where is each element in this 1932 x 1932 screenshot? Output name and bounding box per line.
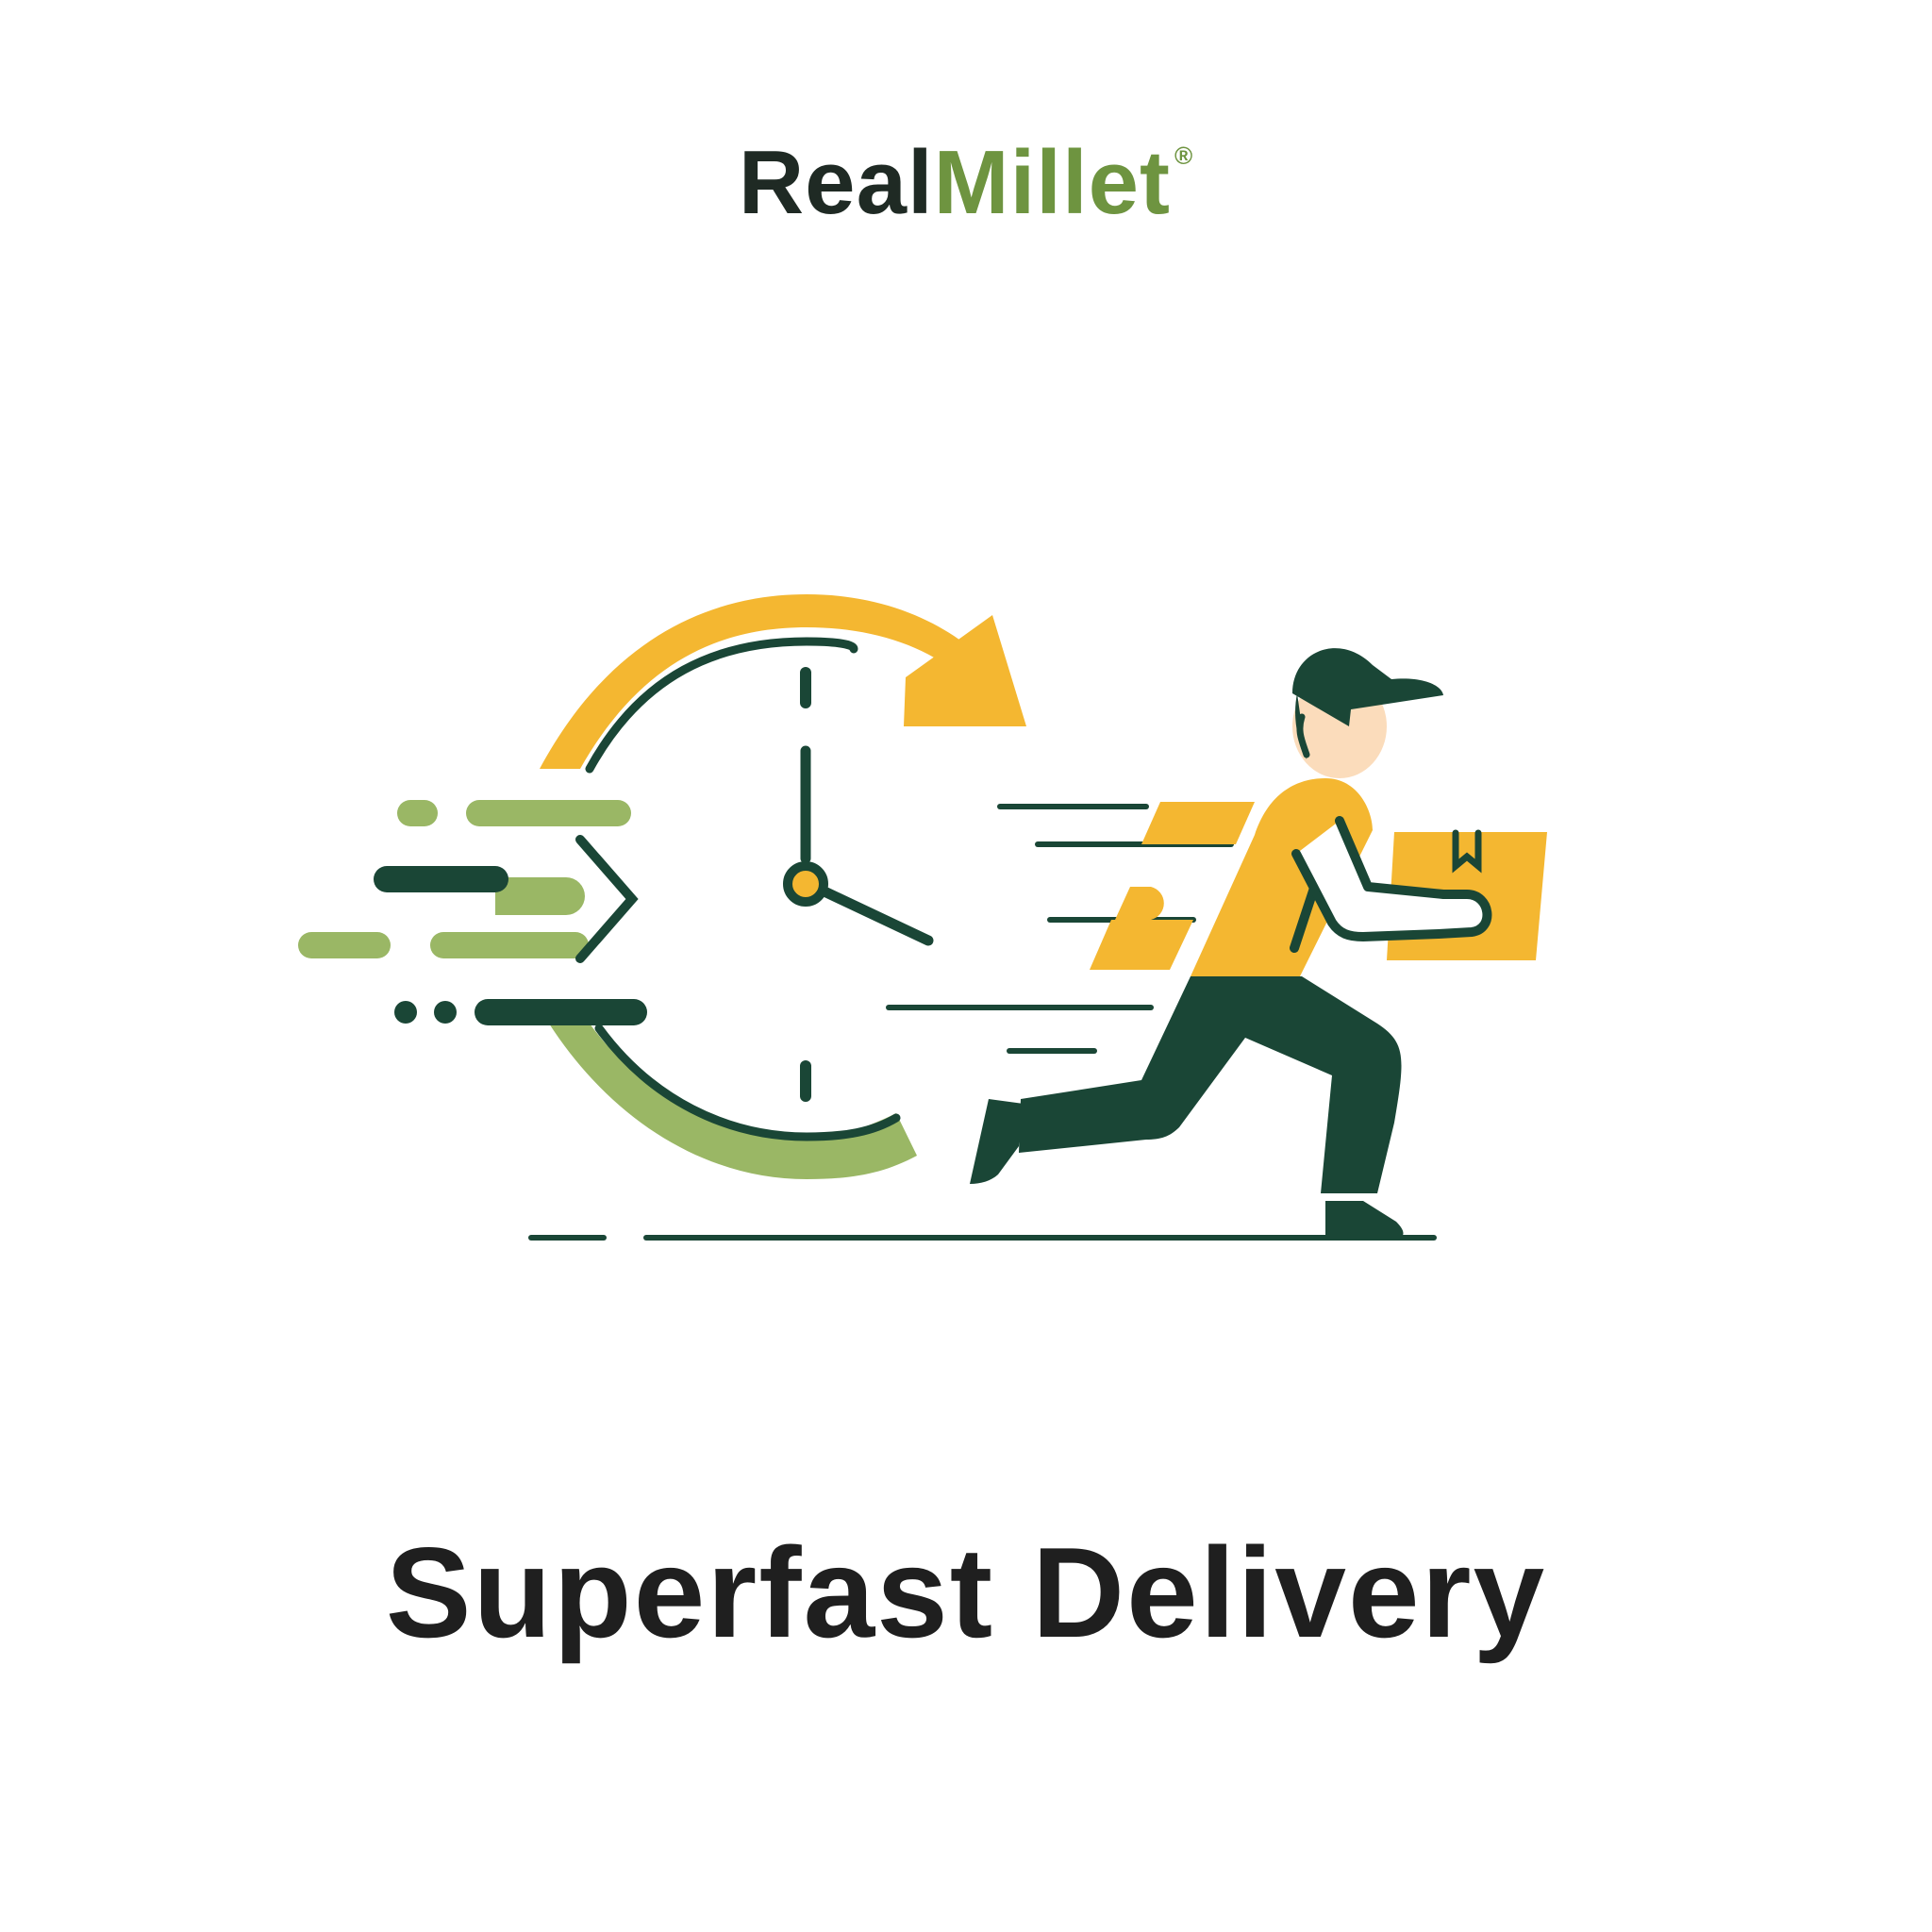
clock-icon <box>585 637 934 1141</box>
speed-lines-left <box>298 800 647 1025</box>
delivery-person-icon <box>970 648 1547 1238</box>
refresh-arrow-icon <box>540 594 1026 1179</box>
headline: Superfast Delivery <box>385 1521 1547 1664</box>
